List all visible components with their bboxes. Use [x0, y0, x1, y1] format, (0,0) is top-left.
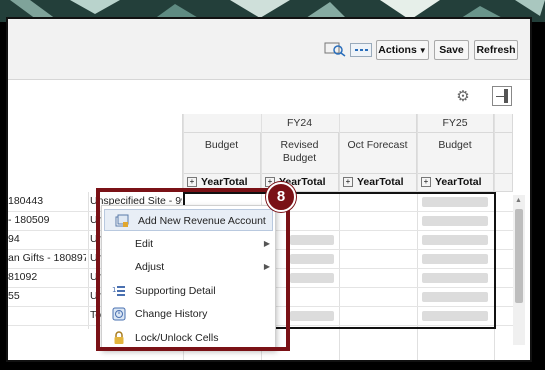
row-header-account[interactable]: 94 [8, 230, 86, 249]
row-header-account[interactable]: 180443 [8, 192, 86, 211]
yeartotal-text: YearTotal [435, 176, 482, 188]
refresh-button[interactable]: Refresh [474, 40, 518, 60]
expand-grid-icon[interactable] [492, 86, 512, 106]
yeartotal-text: YearTotal [201, 176, 248, 188]
header-filler-3 [494, 174, 513, 192]
yeartotal-text: YearTotal [357, 176, 404, 188]
expand-plus-icon[interactable]: + [343, 177, 353, 187]
row-header-account[interactable] [8, 306, 86, 325]
yeartotal-label-3: + YearTotal [343, 174, 404, 190]
row-header-account[interactable]: - 180509 [8, 211, 86, 230]
row-header-account[interactable]: an Gifts - 180897 [8, 249, 86, 268]
header-filler-2 [494, 133, 513, 174]
save-button[interactable]: Save [434, 40, 469, 60]
grid-options-bar: ⚙ [8, 80, 530, 115]
col-header-budget-fy24: Budget [183, 133, 261, 174]
header-filler [494, 114, 513, 133]
row-header-account[interactable]: 81092 [8, 268, 86, 287]
find-icon[interactable] [324, 41, 346, 57]
col-header-revised-budget: Revised Budget [261, 133, 339, 174]
fy24-header: FY24 [183, 114, 417, 133]
col-header-budget-fy25: Budget [417, 133, 494, 174]
actions-label: Actions [378, 44, 417, 56]
scroll-up-icon[interactable]: ▲ [515, 197, 522, 204]
gear-icon[interactable]: ⚙ [455, 89, 471, 105]
step-number-badge: 8 [266, 182, 296, 212]
revised-budget-label: Revised Budget [280, 139, 319, 164]
vertical-scrollbar[interactable]: ▲ [513, 195, 525, 345]
expand-plus-icon[interactable]: + [421, 177, 431, 187]
caret-down-icon: ▼ [418, 46, 427, 55]
yeartotal-label-4: + YearTotal [421, 174, 482, 190]
row-header-account[interactable]: 55 [8, 287, 86, 306]
grid-line [88, 192, 89, 329]
scrollbar-thumb[interactable] [515, 209, 523, 303]
fy25-header: FY25 [417, 114, 494, 133]
actions-button[interactable]: Actions ▼ [376, 40, 429, 60]
more-icon[interactable] [350, 43, 372, 57]
toolbar: Actions ▼ Save Refresh [8, 19, 530, 80]
col-header-oct-forecast: Oct Forecast [339, 133, 417, 174]
row-header-corner [8, 114, 183, 192]
callout-highlight-box [96, 188, 290, 351]
expand-plus-icon[interactable]: + [187, 177, 197, 187]
